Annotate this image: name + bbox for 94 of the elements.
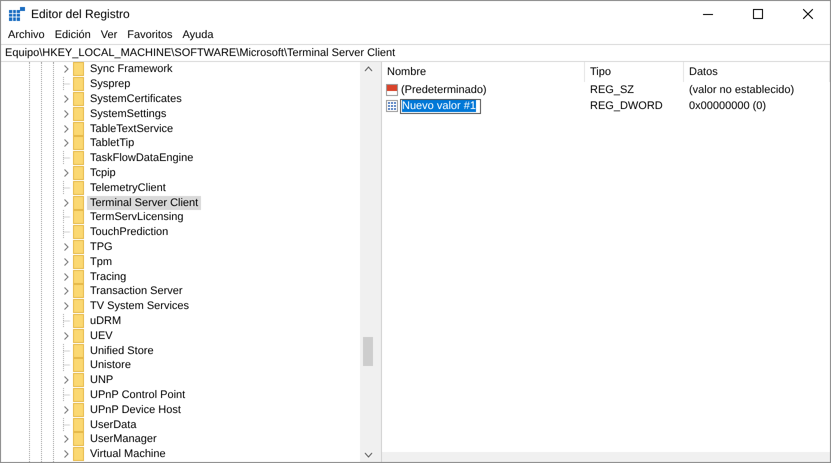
chevron-icon[interactable] — [64, 406, 68, 414]
chevron-icon[interactable] — [64, 258, 68, 266]
scrollbar-thumb[interactable] — [363, 337, 373, 366]
tree-item[interactable]: uDRM — [87, 314, 124, 328]
horizontal-scrollbar[interactable] — [382, 452, 830, 462]
tree-item[interactable]: Transaction Server — [87, 284, 186, 298]
folder-icon — [73, 62, 84, 76]
registry-editor-icon — [9, 6, 25, 20]
tree-item[interactable]: Tcpip — [87, 166, 119, 180]
tree-item[interactable]: TelemetryClient — [87, 180, 169, 195]
folder-icon — [73, 344, 84, 358]
rename-field[interactable]: Nuevo valor #1 — [400, 98, 481, 114]
column-header[interactable]: Datos — [684, 62, 830, 82]
tree-item[interactable]: Unistore — [87, 358, 134, 372]
tree-item[interactable]: UEV — [87, 328, 116, 343]
folder-icon — [73, 299, 84, 314]
menu-item[interactable]: Favoritos — [122, 29, 178, 41]
maximize-icon — [753, 8, 763, 18]
folder-icon — [73, 136, 84, 150]
column-header[interactable]: Nombre — [382, 62, 585, 82]
chevron-icon[interactable] — [64, 302, 68, 310]
tree-item[interactable]: TableTextService — [87, 122, 176, 136]
tree-item[interactable]: SystemCertificates — [87, 92, 185, 106]
chevron-icon[interactable] — [64, 94, 68, 103]
tree-item[interactable]: Terminal Server Client — [87, 196, 202, 210]
tree-item[interactable]: TaskFlowDataEngine — [87, 151, 196, 166]
chevron-icon[interactable] — [64, 110, 68, 118]
tree-item[interactable]: UPnP Device Host — [87, 402, 184, 417]
address-bar[interactable]: Equipo\HKEY_LOCAL_MACHINE\SOFTWARE\Microsoft\Terminal Server Client — [1, 44, 830, 62]
menu-item[interactable]: Ver — [96, 29, 122, 41]
tree-item[interactable]: Virtual Machine — [87, 447, 169, 462]
folder-icon — [73, 328, 84, 343]
tree-item[interactable]: SystemSettings — [87, 106, 170, 121]
binary-value-icon — [386, 100, 398, 112]
chevron-icon[interactable] — [64, 450, 68, 458]
tree-item[interactable]: Sysprep — [87, 77, 134, 92]
tree-item[interactable]: Tracing — [87, 270, 130, 284]
tree-item[interactable]: TabletTip — [87, 136, 138, 150]
folder-icon — [73, 166, 84, 180]
tree-item[interactable]: TouchPrediction — [87, 225, 172, 240]
folder-icon — [73, 284, 84, 298]
folder-icon — [73, 402, 84, 417]
folder-icon — [73, 180, 84, 195]
folder-icon — [73, 358, 84, 372]
chevron-icon[interactable] — [64, 168, 68, 177]
tree-item[interactable]: UserManager — [87, 432, 160, 446]
folder-icon — [73, 210, 84, 224]
menu-item[interactable]: Archivo — [3, 29, 50, 41]
folder-icon — [73, 122, 84, 136]
chevron-icon[interactable] — [64, 242, 68, 251]
chevron-icon[interactable] — [64, 139, 68, 148]
folder-icon — [73, 388, 84, 402]
folder-icon — [73, 151, 84, 166]
chevron-icon[interactable] — [64, 124, 68, 133]
tree-item[interactable]: Tpm — [87, 254, 115, 269]
folder-icon — [73, 373, 84, 388]
chevron-icon[interactable] — [64, 332, 68, 340]
value-type: REG_SZ — [589, 84, 636, 96]
folder-icon — [73, 225, 84, 240]
tree-item[interactable]: Unified Store — [87, 344, 157, 358]
folder-icon — [73, 418, 84, 432]
tree-item[interactable]: TPG — [87, 240, 116, 254]
folder-icon — [73, 270, 84, 284]
value-type: REG_DWORD — [589, 100, 664, 112]
value-data: 0x00000000 (0) — [688, 100, 768, 112]
chevron-icon[interactable] — [64, 435, 68, 444]
chevron-icon[interactable] — [64, 272, 68, 281]
value-name: (Predeterminado) — [400, 84, 487, 96]
folder-icon — [73, 447, 84, 462]
value-data: (valor no establecido) — [688, 84, 796, 96]
chevron-icon[interactable] — [64, 65, 68, 74]
chevron-icon[interactable] — [64, 376, 68, 384]
tree-item[interactable]: TV System Services — [87, 299, 192, 314]
tree-item[interactable]: TermServLicensing — [87, 210, 187, 224]
chevron-icon[interactable] — [64, 198, 68, 207]
folder-icon — [73, 254, 84, 269]
chevron-icon[interactable] — [64, 287, 68, 296]
menu-item[interactable]: Edición — [50, 29, 96, 41]
close-icon — [803, 8, 813, 18]
tree-item[interactable]: UPnP Control Point — [87, 388, 188, 402]
column-header[interactable]: Tipo — [585, 62, 684, 82]
menu-item[interactable]: Ayuda — [178, 29, 219, 41]
folder-icon — [73, 432, 84, 446]
tree-item[interactable]: UNP — [87, 373, 116, 388]
tree-item[interactable]: Sync Framework — [87, 62, 176, 76]
folder-icon — [73, 314, 84, 328]
window-title: Editor del Registro — [31, 6, 131, 20]
folder-icon — [73, 92, 84, 106]
tree-item[interactable]: UserData — [87, 418, 140, 432]
string-value-icon — [386, 84, 398, 96]
folder-icon — [73, 196, 84, 210]
folder-icon — [73, 77, 84, 92]
folder-icon — [73, 106, 84, 121]
folder-icon — [73, 240, 84, 254]
